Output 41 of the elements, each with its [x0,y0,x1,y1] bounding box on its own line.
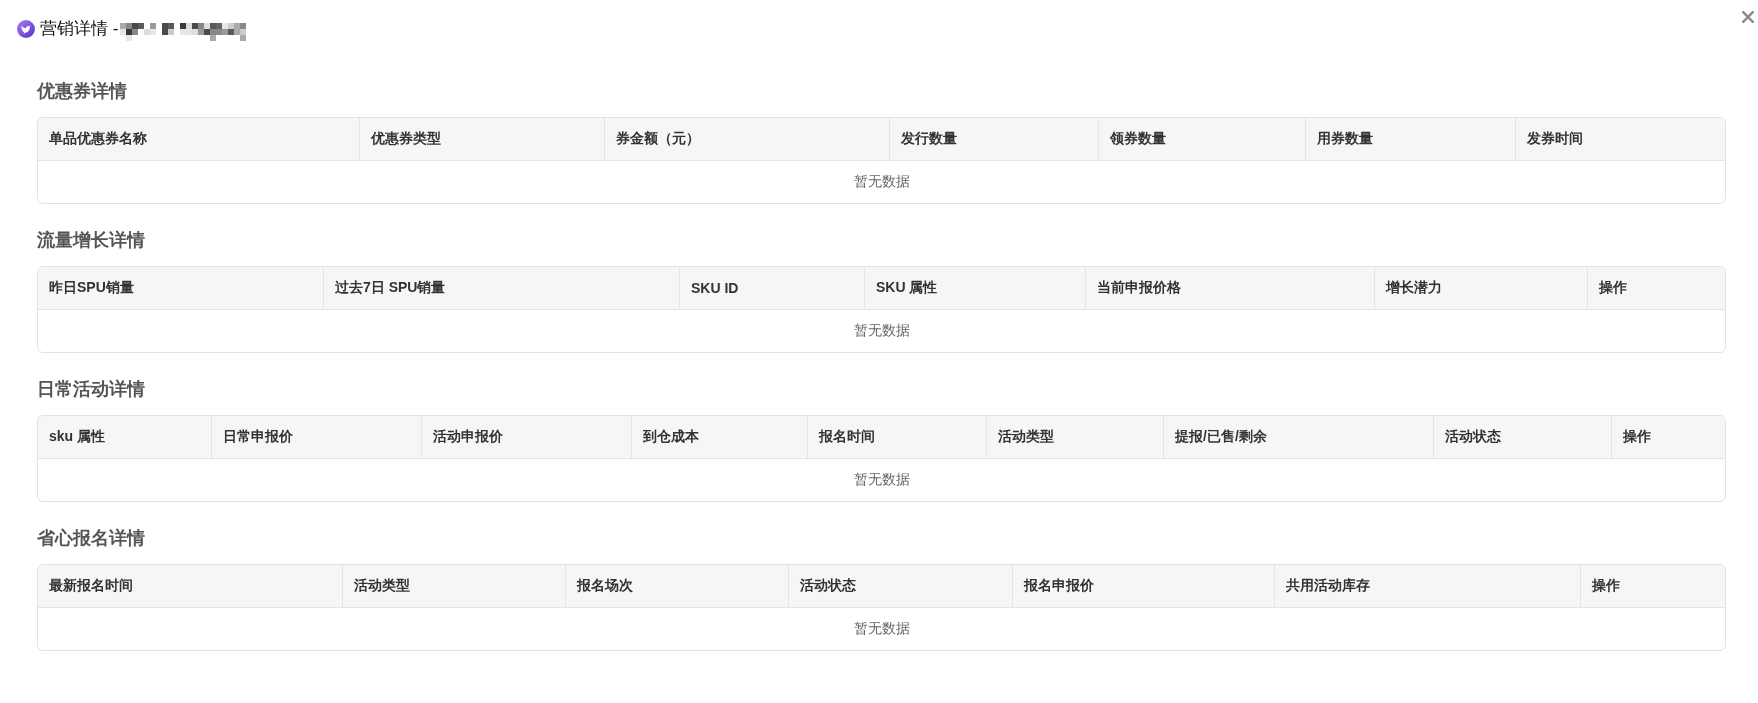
column-header: 到仓成本 [632,416,808,459]
column-header: 报名申报价 [1013,565,1275,608]
column-header: 优惠券类型 [360,118,605,161]
logo-icon [17,20,35,38]
column-header: 领券数量 [1099,118,1306,161]
column-header: 活动状态 [1434,416,1612,459]
column-header: 提报/已售/剩余 [1164,416,1434,459]
column-header: 共用活动库存 [1275,565,1581,608]
column-header: SKU 属性 [865,267,1086,310]
empty-state-text: 暂无数据 [853,173,910,189]
section-heading: 优惠券详情 [37,80,127,103]
section-heading: 省心报名详情 [37,527,145,550]
column-header: sku 属性 [38,416,212,459]
column-header: 操作 [1612,416,1725,459]
section-heading: 流量增长详情 [37,229,145,252]
column-header: 报名场次 [566,565,789,608]
column-header: 活动类型 [987,416,1164,459]
column-header: 当前申报价格 [1086,267,1375,310]
column-header: 报名时间 [808,416,987,459]
column-header: 用券数量 [1306,118,1516,161]
column-header: 昨日SPU销量 [38,267,324,310]
column-header: 活动类型 [343,565,566,608]
column-header: 发行数量 [890,118,1099,161]
section-heading: 日常活动详情 [37,378,145,401]
column-header: 增长潜力 [1375,267,1588,310]
column-header: 最新报名时间 [38,565,343,608]
column-header: 操作 [1588,267,1725,310]
column-header: 过去7日 SPU销量 [324,267,680,310]
column-header: 活动状态 [789,565,1013,608]
dialog-title: 营销详情 - [40,19,119,39]
column-header: SKU ID [680,267,865,310]
empty-state-text: 暂无数据 [853,620,910,636]
column-header: 单品优惠券名称 [38,118,360,161]
column-header: 活动申报价 [422,416,632,459]
column-header: 券金额（元） [605,118,890,161]
close-icon[interactable] [1742,11,1754,23]
empty-state-text: 暂无数据 [853,471,910,487]
column-header: 发券时间 [1516,118,1725,161]
column-header: 日常申报价 [212,416,422,459]
column-header: 操作 [1581,565,1725,608]
empty-state-text: 暂无数据 [853,322,910,338]
